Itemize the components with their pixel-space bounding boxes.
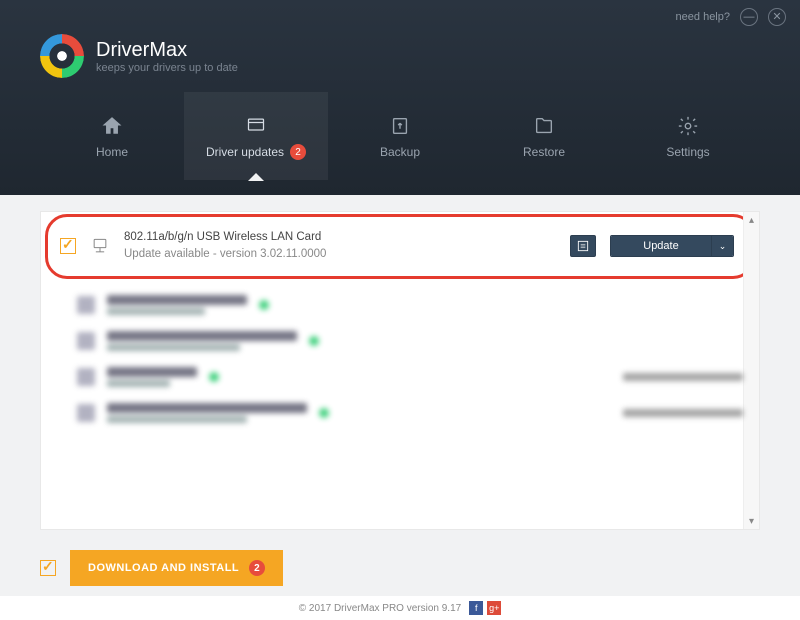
help-link[interactable]: need help? (676, 11, 730, 23)
driver-checkbox[interactable] (60, 238, 76, 254)
blurred-driver-list (41, 281, 759, 437)
update-dropdown-button[interactable]: ⌄ (711, 236, 733, 256)
network-device-icon (90, 236, 110, 256)
tab-label: Restore (523, 145, 565, 159)
tab-label: Home (96, 145, 128, 159)
tab-restore[interactable]: Restore (472, 92, 616, 180)
list-item (77, 359, 743, 395)
backup-icon (387, 113, 413, 139)
list-item (77, 287, 743, 323)
tab-backup[interactable]: Backup (328, 92, 472, 180)
tab-label: Driver updates (206, 145, 284, 159)
download-install-button[interactable]: DOWNLOAD AND INSTALL 2 (70, 550, 283, 586)
settings-icon (675, 113, 701, 139)
minimize-button[interactable]: — (740, 8, 758, 26)
list-item (77, 323, 743, 359)
close-button[interactable]: ✕ (768, 8, 786, 26)
updates-badge: 2 (290, 144, 306, 160)
copyright-bar: © 2017 DriverMax PRO version 9.17 f g+ (0, 596, 800, 620)
tab-settings[interactable]: Settings (616, 92, 760, 180)
restore-icon (531, 113, 557, 139)
google-plus-icon[interactable]: g+ (487, 601, 501, 615)
home-icon (99, 113, 125, 139)
tab-driver-updates[interactable]: Driver updates 2 (184, 92, 328, 180)
titlebar: need help? — ✕ (0, 0, 800, 34)
download-badge: 2 (249, 560, 265, 576)
brand-block: DriverMax keeps your drivers up to date (0, 34, 800, 92)
app-subtitle: keeps your drivers up to date (96, 62, 238, 74)
tab-label: Settings (666, 145, 709, 159)
app-title: DriverMax (96, 39, 238, 62)
driver-name: 802.11a/b/g/n USB Wireless LAN Card (124, 229, 556, 246)
app-logo-icon (40, 34, 84, 78)
scroll-down-icon[interactable]: ▾ (744, 513, 759, 529)
update-split-button: Update ⌄ (610, 235, 734, 257)
tab-home[interactable]: Home (40, 92, 184, 180)
copyright-text: © 2017 DriverMax PRO version 9.17 (299, 603, 461, 614)
updates-icon (243, 112, 269, 138)
update-button[interactable]: Update (611, 236, 711, 256)
driver-row-highlighted: 802.11a/b/g/n USB Wireless LAN Card Upda… (45, 214, 755, 279)
driver-details-button[interactable] (570, 235, 596, 257)
list-item (77, 395, 743, 431)
scroll-up-icon[interactable]: ▴ (744, 212, 759, 228)
select-all-checkbox[interactable] (40, 560, 56, 576)
facebook-icon[interactable]: f (469, 601, 483, 615)
driver-list-panel: ▴ ▾ 802.11a/b/g/n USB Wireless LAN Card … (40, 211, 760, 530)
main-tabs: Home Driver updates 2 Backup Restore (0, 92, 800, 180)
download-label: DOWNLOAD AND INSTALL (88, 562, 239, 574)
driver-status: Update available - version 3.02.11.0000 (124, 246, 556, 263)
tab-label: Backup (380, 145, 420, 159)
